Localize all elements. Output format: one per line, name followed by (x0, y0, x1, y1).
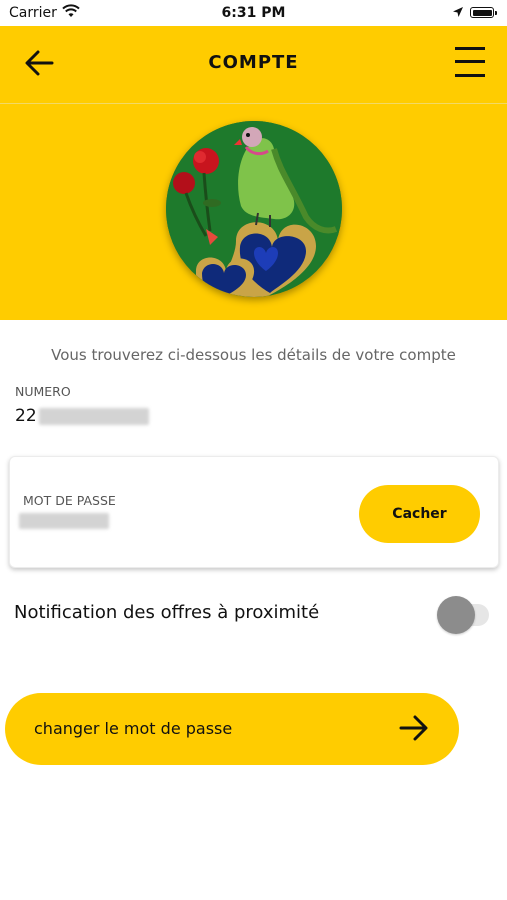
account-intro-text: Vous trouverez ci-dessous les détails de… (51, 346, 456, 364)
location-arrow-icon (453, 7, 463, 17)
password-label: MOT DE PASSE (23, 493, 116, 508)
password-card: MOT DE PASSE Cacher (9, 456, 499, 568)
hamburger-menu-icon[interactable] (455, 45, 485, 79)
numero-label: NUMERO (15, 384, 71, 399)
avatar-image (166, 121, 342, 297)
hide-password-button[interactable]: Cacher (359, 485, 480, 543)
battery-icon (470, 7, 497, 18)
notification-label: Notification des offres à proximité (14, 602, 320, 623)
header-divider (0, 103, 507, 104)
page-title: COMPTE (208, 52, 299, 73)
arrow-right-icon (399, 715, 428, 741)
notification-toggle[interactable] (437, 596, 489, 634)
clock-time: 6:31 PM (221, 5, 286, 21)
numero-value: 22 (15, 406, 37, 426)
toggle-knob (437, 596, 475, 634)
status-bar: Carrier 6:31 PM (0, 0, 507, 26)
change-password-button[interactable]: changer le mot de passe (5, 693, 459, 765)
numero-redacted (39, 408, 149, 425)
avatar[interactable] (166, 121, 342, 297)
change-password-label: changer le mot de passe (34, 719, 233, 738)
password-redacted (19, 513, 109, 529)
